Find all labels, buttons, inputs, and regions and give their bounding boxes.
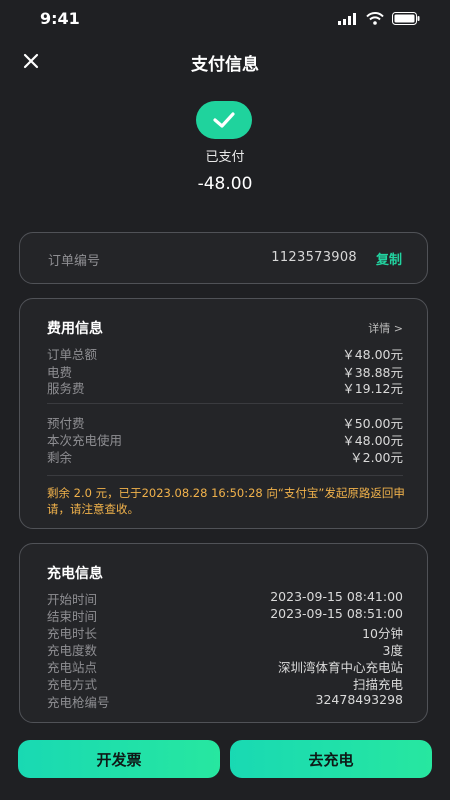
fee-row-electricity: 电费 ￥38.88元 (47, 362, 403, 380)
fee-row-service: 服务费 ￥19.12元 (47, 378, 403, 396)
fee-row-value: ￥48.00元 (342, 347, 403, 362)
charging-row-kwh: 充电度数 3度 (47, 640, 403, 658)
success-badge (196, 101, 252, 139)
charging-row-label: 充电枪编号 (47, 695, 110, 710)
charging-row-duration: 充电时长 10分钟 (47, 623, 403, 641)
status-icons (338, 12, 420, 25)
charging-section-title: 充电信息 (47, 566, 103, 582)
divider (47, 403, 403, 404)
charging-row-value: 2023-09-15 08:41:00 (270, 589, 403, 604)
prepay-row-prepaid: 预付费 ￥50.00元 (47, 413, 403, 431)
fee-section-title: 费用信息 (47, 321, 103, 337)
battery-icon (392, 12, 420, 25)
charging-row-gun-id: 充电枪编号 32478493298 (47, 692, 403, 710)
wifi-icon (366, 12, 384, 25)
fee-row-total: 订单总额 ￥48.00元 (47, 344, 403, 362)
order-number-label: 订单编号 (48, 254, 101, 269)
fee-row-label: 订单总额 (47, 347, 98, 362)
charging-row-start: 开始时间 2023-09-15 08:41:00 (47, 589, 403, 607)
order-number: 1123573908 (271, 250, 357, 265)
divider (47, 475, 403, 476)
check-icon (213, 112, 235, 128)
invoice-button[interactable]: 开发票 (18, 740, 220, 778)
prepay-row-label: 剩余 (47, 450, 73, 465)
charging-card: 充电信息 开始时间 2023-09-15 08:41:00 结束时间 2023-… (19, 543, 428, 723)
refund-notice: 剩余 2.0 元，已于2023.08.28 16:50:28 向“支付宝”发起原… (47, 486, 405, 516)
payment-status: 已支付 (205, 150, 245, 165)
charging-row-value: 扫描充电 (352, 677, 403, 692)
order-card: 订单编号 1123573908 复制 (19, 232, 428, 284)
charging-row-method: 充电方式 扫描充电 (47, 674, 403, 692)
page-title: 支付信息 (191, 55, 259, 75)
prepay-row-remaining: 剩余 ￥2.00元 (47, 447, 403, 465)
signal-icon (338, 12, 356, 25)
charging-row-value: 32478493298 (315, 692, 403, 707)
prepay-row-used: 本次充电使用 ￥48.00元 (47, 430, 403, 448)
prepay-row-value: ￥2.00元 (350, 450, 403, 465)
fee-card: 费用信息 详情 > 订单总额 ￥48.00元 电费 ￥38.88元 服务费 ￥1… (19, 298, 428, 529)
copy-button[interactable]: 复制 (376, 249, 402, 268)
status-bar: 9:41 (0, 0, 450, 38)
fee-detail-link[interactable]: 详情 > (368, 320, 403, 336)
go-charge-button[interactable]: 去充电 (230, 740, 432, 778)
payment-amount: -48.00 (197, 174, 253, 194)
charging-row-value: 2023-09-15 08:51:00 (270, 606, 403, 621)
status-time: 9:41 (40, 9, 80, 28)
charging-row-station: 充电站点 深圳湾体育中心充电站 (47, 657, 403, 675)
nav-bar: 支付信息 (0, 40, 450, 84)
charging-row-label: 充电方式 (47, 677, 98, 692)
fee-row-value: ￥19.12元 (342, 381, 403, 396)
charging-row-end: 结束时间 2023-09-15 08:51:00 (47, 606, 403, 624)
fee-row-label: 服务费 (47, 381, 85, 396)
